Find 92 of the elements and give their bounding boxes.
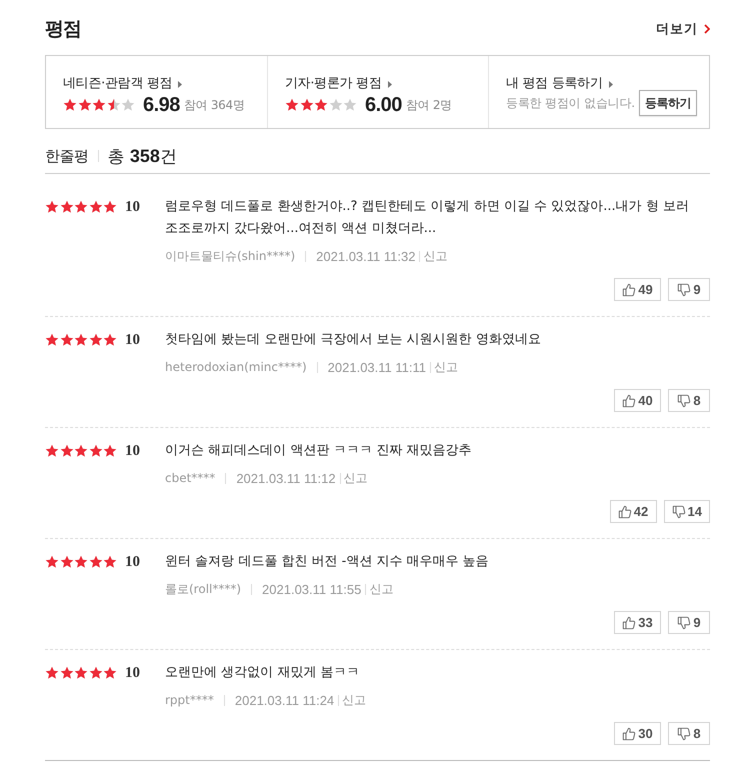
review-text: 첫타임에 봤는데 오랜만에 극장에서 보는 시원시원한 영화였네요 [165, 331, 542, 349]
star-icon [45, 555, 59, 569]
author-name: 이마트물티슈(shin****) [165, 248, 296, 264]
star-icon [92, 98, 106, 112]
thumbs-down-icon [677, 726, 692, 740]
review-score: 10 [125, 198, 140, 216]
star-icon [60, 666, 74, 680]
dislike-button[interactable]: 8 [668, 389, 710, 412]
star-icon [60, 333, 74, 347]
chevron-right-icon [704, 24, 710, 34]
review-date: 2021.03.11 11:32 [316, 248, 416, 264]
star-icon [74, 333, 88, 347]
review-date: 2021.03.11 11:12 [236, 470, 336, 486]
review-date: 2021.03.11 11:24 [234, 692, 334, 708]
star-icon [74, 200, 88, 214]
caret-icon [608, 80, 613, 88]
star-icon [103, 666, 117, 680]
empty-message: 등록한 평점이 없습니다. [506, 94, 635, 112]
register-button[interactable]: 등록하기 [639, 90, 697, 116]
dislike-button[interactable]: 8 [668, 722, 710, 745]
review-score: 10 [125, 664, 140, 682]
star-icon [60, 444, 74, 458]
star-icon [103, 333, 117, 347]
star-icon [60, 200, 74, 214]
star-icon [106, 98, 120, 112]
star-icon [45, 444, 59, 458]
star-icon [121, 98, 135, 112]
star-icon [88, 444, 102, 458]
dislike-button[interactable]: 9 [668, 611, 710, 634]
like-button[interactable]: 49 [614, 278, 661, 301]
thumbs-up-icon [622, 282, 636, 296]
star-icon [103, 555, 117, 569]
rating-score: 6.98 [143, 94, 180, 116]
dislike-button[interactable]: 9 [668, 278, 710, 301]
caret-icon [388, 80, 392, 88]
participant-count: 참여 2명 [406, 96, 452, 114]
author-name: 롤로(roll****) [165, 580, 242, 598]
review-text: 이거슨 해피데스데이 액션판 ㅋㅋㅋ 진짜 재밌음강추 [165, 442, 473, 460]
star-icon [74, 444, 88, 458]
review-score: 10 [125, 554, 140, 570]
review-text: 럼로우형 데드풀로 환생한거야..? 캡틴한테도 이렇게 하면 이길 수 있었잖아...내가 형 보러 조조로까지 갔다왔어...여전히 액션 미쳤더라... [165, 198, 690, 238]
star-icon [88, 333, 102, 347]
review-date: 2021.03.11 11:11 [328, 360, 426, 374]
section-title: 한줄평 [45, 146, 88, 166]
section-title: 평점 [45, 17, 81, 42]
review-count: 총 358건 [108, 144, 177, 168]
participant-count: 참여 364명 [184, 96, 245, 114]
thumbs-up-icon [622, 394, 636, 408]
star-icon [300, 98, 314, 112]
review-text: 윈터 솔져랑 데드풀 합친 버전 -액션 지수 매우매우 높음 [165, 553, 490, 571]
more-link[interactable]: 더보기 [656, 20, 710, 38]
star-icon [343, 98, 357, 112]
star-icon [88, 200, 102, 214]
thumbs-up-icon [622, 726, 636, 740]
thumbs-down-icon [677, 282, 692, 296]
star-icon [78, 98, 92, 112]
star-icon [88, 555, 102, 569]
star-icon [328, 98, 342, 112]
rating-link[interactable]: 네티즌·관람객 평점 [63, 75, 182, 93]
star-icon [285, 98, 299, 112]
star-icon [103, 200, 117, 214]
star-icon [45, 666, 59, 680]
author-name: heterodoxian(minc****) [165, 360, 307, 374]
review-score: 10 [125, 442, 140, 460]
star-icon [103, 444, 117, 458]
star-icon [45, 333, 59, 347]
review-score: 10 [125, 332, 140, 348]
author-name: cbet**** [165, 471, 216, 485]
thumbs-up-icon [618, 504, 632, 518]
like-button[interactable]: 30 [614, 722, 661, 745]
thumbs-down-icon [677, 394, 692, 408]
dislike-button[interactable]: 14 [664, 500, 710, 523]
thumbs-down-icon [677, 616, 692, 630]
star-icon [60, 555, 74, 569]
caret-icon [178, 80, 182, 88]
star-icon [88, 666, 102, 680]
star-icon [74, 666, 88, 680]
rating-link[interactable]: 내 평점 등록하기 [506, 75, 613, 93]
star-icon [63, 98, 77, 112]
star-icon [74, 555, 88, 569]
thumbs-down-icon [672, 504, 686, 518]
like-button[interactable]: 33 [614, 611, 661, 634]
author-name: rppt**** [165, 693, 214, 707]
star-icon [314, 98, 328, 112]
like-button[interactable]: 40 [614, 389, 661, 412]
review-text: 오랜만에 생각없이 재밌게 봄ㅋㅋ [165, 664, 360, 682]
thumbs-up-icon [622, 616, 636, 630]
review-date: 2021.03.11 11:55 [262, 582, 362, 596]
like-button[interactable]: 42 [610, 500, 657, 523]
rating-link[interactable]: 기자·평론가 평점 [285, 75, 392, 93]
rating-score: 6.00 [365, 94, 402, 116]
star-icon [45, 200, 59, 214]
